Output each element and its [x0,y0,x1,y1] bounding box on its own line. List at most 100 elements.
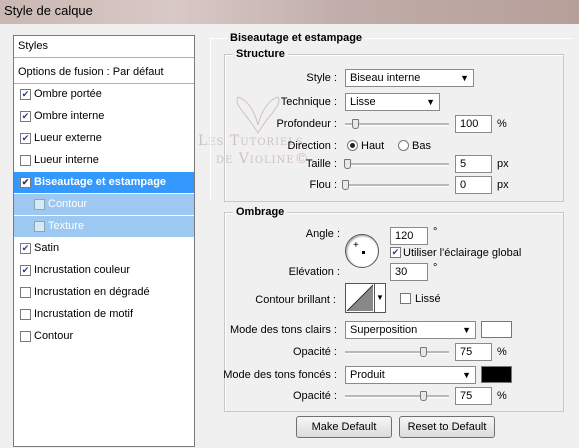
slider-track [345,163,449,166]
direction-up-label: Haut [361,140,385,152]
style-item[interactable]: ✔ Lueur externe [14,128,194,149]
contour-curve-icon [346,284,374,312]
size-slider-thumb[interactable] [344,159,352,169]
structure-title: Structure [233,48,288,60]
blend-options-item[interactable]: Options de fusion : Par défaut [14,62,194,84]
crosshair-icon: + [353,240,359,251]
chevron-down-icon: ▼ [462,325,471,335]
style-item-checkbox[interactable] [34,221,45,232]
depth-unit: % [497,118,507,130]
highlight-opacity-slider[interactable] [345,347,449,357]
altitude-value: 30 [395,266,408,278]
altitude-label: Elévation : [288,266,340,278]
bevel-title: Biseautage et estampage [227,32,366,44]
style-item-checkbox[interactable]: ✔ [20,89,31,100]
shadow-color-swatch[interactable] [481,366,512,383]
style-item-checkbox[interactable] [20,331,31,342]
angle-dial[interactable]: + [345,234,379,268]
styles-list: Styles Options de fusion : Par défaut ✔ O… [13,35,195,447]
chevron-down-icon: ▼ [426,97,435,107]
slider-track [345,395,449,398]
angle-value: 120 [395,230,414,242]
gloss-contour-dropdown[interactable]: ▼ [375,283,386,313]
antialias-label: Lissé [415,293,441,305]
angle-input[interactable]: 120 [390,227,428,245]
shadow-opacity-thumb[interactable] [420,391,427,401]
slider-track [345,123,449,126]
style-item-label: Ombre portée [34,88,102,100]
reset-default-button[interactable]: Reset to Default [399,416,495,438]
size-slider[interactable] [344,159,449,169]
depth-input[interactable]: 100 [455,115,492,133]
technique-select[interactable]: Lisse ▼ [345,93,440,111]
style-select-value: Biseau interne [350,72,421,84]
soften-input[interactable]: 0 [455,176,492,194]
style-item-label: Incrustation en dégradé [34,286,150,298]
style-item-checkbox[interactable] [34,199,45,210]
shadow-opacity-input[interactable]: 75 [455,387,492,405]
antialias-checkbox[interactable] [400,293,411,304]
style-item-checkbox[interactable] [20,287,31,298]
title-bar[interactable]: Style de calque [0,0,579,24]
style-item[interactable]: ✔ Biseautage et estampage [14,172,194,193]
highlight-mode-label: Mode des tons clairs : [230,324,337,336]
style-item-checkbox[interactable] [20,309,31,320]
shadow-mode-select[interactable]: Produit ▼ [345,366,476,384]
style-item[interactable]: ✔ Incrustation couleur [14,260,194,281]
style-item[interactable]: Contour [14,194,194,215]
direction-up-radio[interactable] [347,140,358,151]
style-item[interactable]: Incrustation de motif [14,304,194,325]
highlight-opacity-thumb[interactable] [420,347,427,357]
soften-label: Flou : [309,179,337,191]
highlight-mode-select[interactable]: Superposition ▼ [345,321,476,339]
style-item[interactable]: Lueur interne [14,150,194,171]
soften-slider[interactable] [342,180,449,190]
direction-label: Direction : [287,140,337,152]
style-item-checkbox[interactable]: ✔ [20,177,31,188]
style-item-label: Satin [34,242,60,254]
size-label: Taille : [305,158,337,170]
size-input[interactable]: 5 [455,155,492,173]
styles-header-label: Styles [18,40,48,52]
window-title: Style de calque [4,3,93,18]
make-default-button[interactable]: Make Default [296,416,392,438]
highlight-color-swatch[interactable] [481,321,512,338]
style-item-label: Incrustation couleur [34,264,130,276]
altitude-input[interactable]: 30 [390,263,428,281]
style-item-checkbox[interactable] [20,155,31,166]
shadow-opacity-label: Opacité : [292,390,337,402]
global-light-checkbox[interactable]: ✔ [390,247,401,258]
style-item[interactable]: ✔ Satin [14,238,194,259]
style-item-checkbox[interactable]: ✔ [20,243,31,254]
angle-label: Angle : [305,228,340,240]
style-item-checkbox[interactable]: ✔ [20,111,31,122]
style-item[interactable]: Texture [14,216,194,237]
shadow-mode-value: Produit [350,369,385,381]
gloss-contour-picker[interactable] [345,283,375,313]
direction-down-radio[interactable] [398,140,409,151]
shadow-mode-label: Mode des tons foncés : [223,369,337,381]
style-item-label: Contour [48,198,88,210]
style-label: Style : [306,72,337,84]
angle-unit: ° [433,226,438,238]
style-item[interactable]: Contour [14,326,194,347]
style-select[interactable]: Biseau interne ▼ [345,69,474,87]
size-unit: px [497,158,509,170]
style-item[interactable]: Incrustation en dégradé [14,282,194,303]
soften-slider-thumb[interactable] [342,180,349,190]
soften-value: 0 [460,179,467,191]
shadow-opacity-unit: % [497,390,507,402]
shadow-opacity-slider[interactable] [345,391,449,401]
depth-value: 100 [460,118,479,130]
style-item[interactable]: ✔ Ombre portée [14,84,194,105]
direction-down-label: Bas [412,140,431,152]
depth-slider-thumb[interactable] [352,119,360,129]
highlight-opacity-input[interactable]: 75 [455,343,492,361]
style-item-checkbox[interactable]: ✔ [20,265,31,276]
depth-slider[interactable] [345,119,449,129]
style-item[interactable]: ✔ Ombre interne [14,106,194,127]
styles-header[interactable]: Styles [14,36,194,58]
blend-options-label: Options de fusion : Par défaut [18,66,164,78]
chevron-down-icon: ▼ [462,370,471,380]
style-item-checkbox[interactable]: ✔ [20,133,31,144]
